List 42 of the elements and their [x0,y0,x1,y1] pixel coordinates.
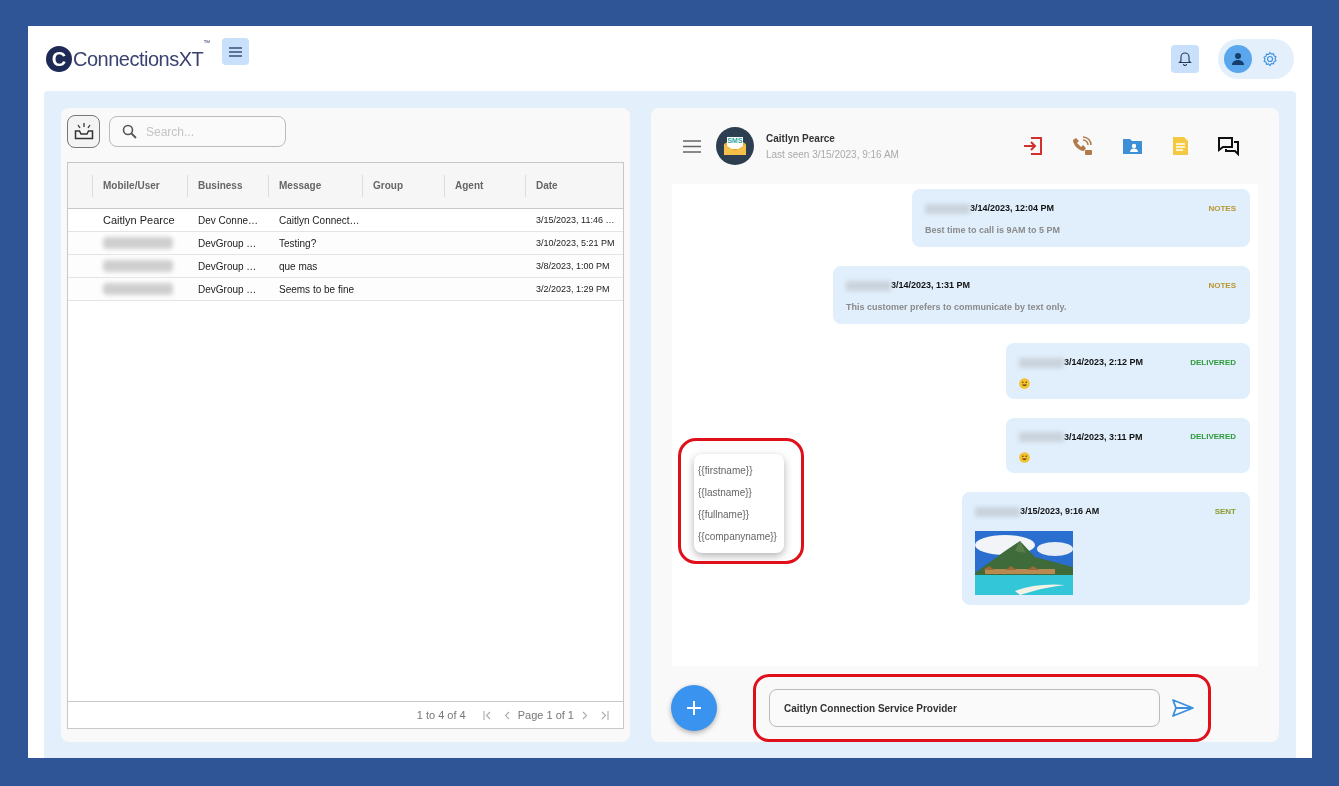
template-option[interactable]: {{fullname}} [697,507,781,522]
message-status: DELIVERED [1190,431,1236,444]
message-status: NOTES [1208,202,1236,215]
row-count: 1 to 4 of 4 [416,707,466,723]
column-header[interactable]: Message [279,178,322,193]
table-cell: Testing? [279,237,317,249]
message-text: Best time to call is 9AM to 5 PM [925,223,1062,237]
page-indicator: Page 1 of 1 [517,707,574,723]
column-header[interactable]: Mobile/User [103,178,160,193]
last-seen-text: Last seen 3/15/2023, 9:16 AM [766,147,899,162]
table-cell: 3/15/2023, 11:46 … [536,215,615,226]
table-cell: Seems to be fine [279,283,355,295]
message-text: This customer prefers to communicate by text only. [846,300,1068,314]
message-time: 3/15/2023, 9:16 AM [1020,505,1100,518]
logo-text: ConnectionsXT [73,46,204,72]
table-cell: DevGroup … [198,283,257,295]
contact-name: Caitlyn Pearce [766,131,836,146]
table-cell: 3/2/2023, 1:29 PM [536,284,610,295]
template-option[interactable]: {{lastname}} [697,485,781,500]
message-time: 3/14/2023, 12:04 PM [970,202,1055,215]
logo-mark: C [46,45,72,72]
message-time: 3/14/2023, 3:11 PM [1064,430,1143,444]
column-header[interactable]: Business [198,178,243,193]
column-header[interactable]: Agent [455,178,484,193]
table-cell-text: Caitlyn Pearce [103,212,175,228]
message-status: NOTES [1208,279,1236,292]
message-time: 3/14/2023, 2:12 PM [1064,356,1144,369]
template-option[interactable]: {{firstname}} [697,463,781,478]
column-header[interactable]: Group [373,178,403,193]
table-cell: que mas [279,260,318,272]
message-input[interactable]: Caitlyn Connection Service Provider [769,689,1161,727]
template-option[interactable]: {{companyname}} [697,529,781,544]
table-cell: 3/10/2023, 5:21 PM [536,238,615,249]
column-header[interactable]: Date [536,178,558,193]
message-time: 3/14/2023, 1:31 PM [891,279,971,292]
table-cell: Caitlyn Connect… [279,214,360,226]
table-cell: 3/8/2023, 1:00 PM [536,261,610,272]
message-status: DELIVERED [1190,356,1236,369]
table-cell: Dev Conne… [198,214,259,226]
table-cell: DevGroup … [198,260,257,272]
table-cell: DevGroup … [198,237,257,249]
message-status: SENT [1214,505,1236,518]
